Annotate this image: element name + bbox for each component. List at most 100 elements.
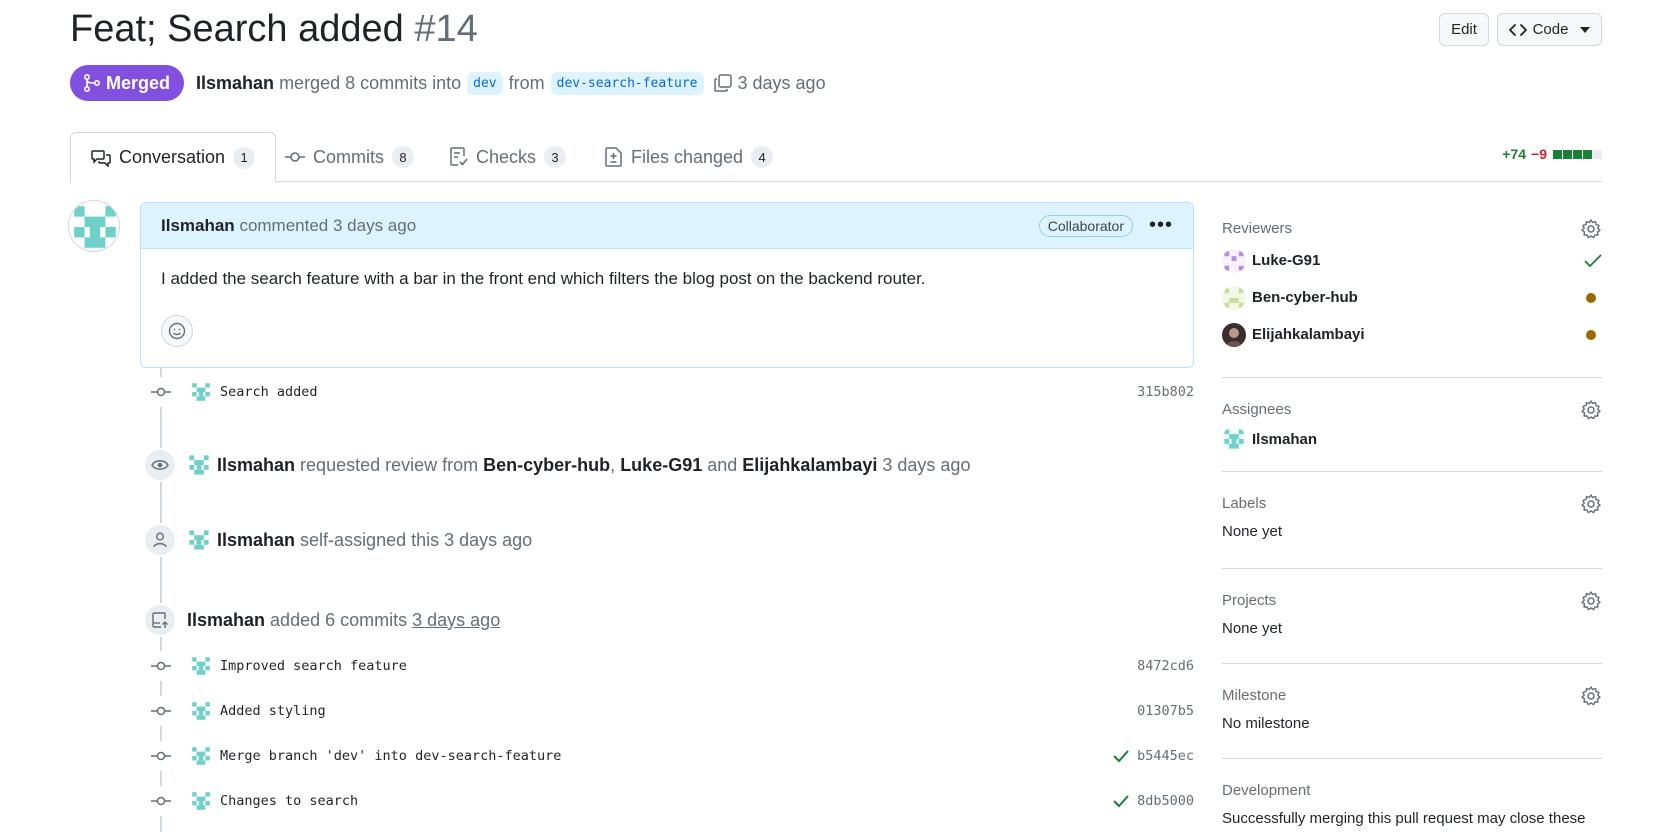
merged-status-badge: Merged: [70, 65, 185, 101]
commit-row: Improved search feature 8472cd6: [146, 651, 1194, 681]
commit-row: Changes to search 8db5000: [146, 786, 1194, 816]
tab-conversation[interactable]: Conversation 1: [70, 132, 277, 183]
repo-push-icon: [143, 603, 177, 637]
reviewer-row[interactable]: Luke-G91: [1222, 242, 1602, 279]
code-icon: [1508, 23, 1527, 36]
pr-tabs: Conversation 1 Commits 8 Checks 3 Files …: [70, 132, 1602, 183]
tab-checks[interactable]: Checks 3: [430, 132, 586, 182]
tab-commits-label: Commits: [313, 146, 384, 167]
check-icon: [1584, 253, 1602, 267]
development-section: Development Successfully merging this pu…: [1222, 759, 1602, 828]
pending-review-dot: [1586, 292, 1596, 303]
merge-author-link[interactable]: Ilsmahan: [196, 73, 274, 94]
diffstat: +74 −9: [1502, 146, 1602, 162]
checklist-icon: [450, 147, 468, 166]
gear-icon[interactable]: [1580, 399, 1602, 421]
diffstat-box: [1593, 149, 1602, 159]
git-commit-icon: [146, 786, 176, 816]
diff-additions: +74: [1502, 146, 1527, 162]
gear-icon[interactable]: [1580, 590, 1602, 612]
commit-message-link[interactable]: Changes to search: [220, 793, 358, 809]
event-actor-link[interactable]: Ilsmahan: [217, 530, 295, 551]
assignees-heading: Assignees: [1222, 400, 1292, 418]
event-text: added 6 commits: [270, 609, 408, 630]
comment-discussion-icon: [91, 149, 111, 167]
commit-row: Added styling 01307b5: [146, 696, 1194, 726]
eye-icon: [143, 448, 177, 482]
commit-sha-link[interactable]: b5445ec: [1113, 748, 1194, 764]
event-time-link[interactable]: 3 days ago: [412, 610, 500, 631]
assignee-row[interactable]: Ilsmahan: [1222, 423, 1602, 455]
check-icon[interactable]: [1113, 794, 1129, 808]
tab-checks-count: 3: [544, 146, 567, 168]
comment-author-link[interactable]: Ilsmahan: [161, 216, 235, 236]
gear-icon[interactable]: [1580, 685, 1602, 707]
commit-sha-link[interactable]: 01307b5: [1137, 703, 1194, 719]
commit-message-link[interactable]: Added styling: [220, 703, 326, 719]
event-text: requested review from: [300, 454, 479, 475]
comment-body: I added the search feature with a bar in…: [161, 269, 926, 288]
check-icon[interactable]: [1113, 749, 1129, 763]
smiley-icon: [168, 322, 186, 340]
identicon-avatar: [189, 530, 209, 550]
add-reaction-button[interactable]: [161, 315, 193, 347]
avatar: [1222, 427, 1246, 451]
tab-files-label: Files changed: [631, 146, 744, 167]
identicon-avatar: [192, 747, 210, 765]
gear-icon[interactable]: [1580, 218, 1602, 240]
kebab-menu-icon[interactable]: •••: [1149, 214, 1173, 237]
event-actor-link[interactable]: Ilsmahan: [217, 455, 295, 476]
merge-action-text: merged 8 commits into: [279, 72, 462, 93]
event-separator: ,: [610, 454, 616, 475]
diffstat-box: [1563, 149, 1572, 159]
assignee-name: Ilsmahan: [1252, 430, 1318, 448]
tab-commits[interactable]: Commits 8: [265, 132, 434, 182]
commit-message-link[interactable]: Improved search feature: [220, 658, 407, 674]
reviewer-name: Elijahkalambayi: [1252, 326, 1365, 343]
git-commit-icon: [146, 651, 176, 681]
event-actor-link[interactable]: Ilsmahan: [187, 610, 265, 631]
commit-message-link[interactable]: Search added: [220, 384, 318, 400]
reviewer-link[interactable]: Ben-cyber-hub: [483, 455, 610, 476]
code-button[interactable]: Code: [1497, 13, 1602, 46]
head-branch-link[interactable]: dev-search-feature: [550, 71, 704, 95]
event-text: self-assigned this 3 days ago: [300, 529, 533, 550]
commit-sha-link[interactable]: 315b802: [1137, 384, 1194, 400]
comment-header: Ilsmahan commented 3 days ago Collaborat…: [141, 203, 1193, 249]
copy-icon[interactable]: [713, 74, 732, 92]
tab-checks-label: Checks: [476, 146, 537, 167]
tab-conversation-label: Conversation: [119, 147, 226, 167]
edit-button-label: Edit: [1451, 21, 1477, 38]
tab-files-count: 4: [751, 146, 774, 168]
edit-button[interactable]: Edit: [1439, 13, 1489, 46]
labels-value: None yet: [1222, 523, 1283, 540]
caret-down-icon: [1580, 26, 1591, 33]
from-text: from: [508, 72, 545, 93]
identicon-avatar: [192, 792, 210, 810]
pr-description-comment: Ilsmahan commented 3 days ago Collaborat…: [140, 202, 1194, 368]
commit-sha: 8472cd6: [1137, 658, 1194, 674]
reviewer-row[interactable]: Elijahkalambayi: [1222, 316, 1602, 353]
reviewer-row[interactable]: Ben-cyber-hub: [1222, 279, 1602, 316]
pr-sidebar: Reviewers Luke-G91 Ben-cyber-hub Elijahk…: [1222, 214, 1602, 827]
reviewer-link[interactable]: Luke-G91: [620, 455, 702, 476]
author-avatar[interactable]: [68, 200, 120, 252]
commit-message-link[interactable]: Merge branch 'dev' into dev-search-featu…: [220, 748, 561, 764]
reviewer-name: Ben-cyber-hub: [1252, 289, 1358, 306]
commit-sha-link[interactable]: 8472cd6: [1137, 658, 1194, 674]
gear-icon[interactable]: [1580, 493, 1602, 515]
comment-action: commented 3 days ago: [239, 215, 417, 235]
commit-sha: 8db5000: [1137, 793, 1194, 809]
avatar: [1222, 248, 1246, 273]
reviewers-heading: Reviewers: [1222, 219, 1293, 237]
collaborator-badge: Collaborator: [1038, 214, 1133, 237]
diffstat-box: [1573, 149, 1582, 159]
person-icon: [143, 523, 177, 557]
base-branch-link[interactable]: dev: [467, 71, 503, 95]
reviewer-link[interactable]: Elijahkalambayi: [742, 455, 877, 476]
identicon-avatar: [192, 383, 210, 401]
tab-files-changed[interactable]: Files changed 4: [585, 132, 793, 182]
commit-sha-link[interactable]: 8db5000: [1113, 793, 1194, 809]
projects-section: Projects None yet: [1222, 569, 1602, 664]
development-value: Successfully merging this pull request m…: [1222, 810, 1586, 827]
